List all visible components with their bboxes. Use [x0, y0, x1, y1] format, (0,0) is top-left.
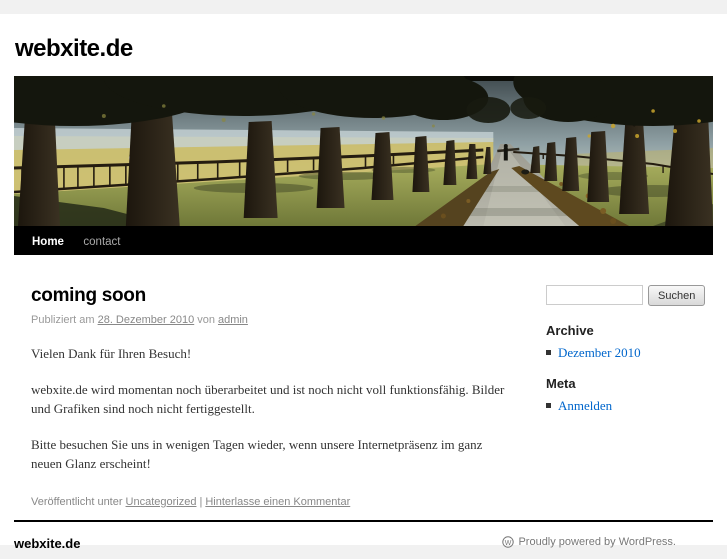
meta-list: Anmelden — [546, 398, 713, 414]
search-input[interactable] — [546, 285, 643, 305]
nav-item-home[interactable]: Home — [32, 228, 64, 257]
entry-footer-meta: Veröffentlicht unter Uncategorized | Hinter… — [31, 496, 505, 508]
paragraph: Vielen Dank für Ihren Besuch! — [31, 346, 192, 361]
login-link[interactable]: Anmelden — [558, 398, 612, 413]
post-author-link[interactable]: admin — [218, 314, 248, 326]
site-footer: webxite.de W Proudly powered by WordPres… — [0, 520, 727, 551]
archive-link[interactable]: Dezember 2010 — [558, 345, 641, 360]
main-nav: Home contact — [14, 226, 713, 255]
list-item: Dezember 2010 — [546, 345, 713, 361]
archive-list: Dezember 2010 — [546, 345, 713, 361]
meta-separator: | — [199, 496, 203, 508]
category-link[interactable]: Uncategorized — [126, 496, 197, 508]
post: coming soon Publiziert am 28. Dezember 20… — [14, 285, 505, 508]
list-item: Anmelden — [546, 398, 713, 414]
footer-site-title[interactable]: webxite.de — [14, 536, 80, 551]
svg-text:W: W — [505, 540, 512, 547]
avenue-photo — [14, 76, 713, 226]
widget-title-meta: Meta — [546, 376, 576, 391]
paragraph: webxite.de wird momentan noch überarbeit… — [31, 382, 505, 416]
site-title[interactable]: webxite.de — [0, 14, 727, 61]
leave-comment-link[interactable]: Hinterlasse einen Kommentar — [205, 496, 350, 508]
post-title[interactable]: coming soon — [31, 285, 505, 307]
content-area: coming soon Publiziert am 28. Dezember 20… — [0, 255, 727, 508]
post-body: Vielen Dank für Ihren Besuch! webxite.de… — [31, 344, 505, 473]
search-widget: Suchen — [546, 285, 713, 306]
widget-title-archive: Archive — [546, 323, 594, 338]
sidebar: Suchen Archive Dezember 2010 Meta Anmeld… — [546, 285, 713, 508]
post-meta: Publiziert am 28. Dezember 2010 von admin — [31, 314, 505, 326]
page: webxite.de Home contact coming soon Publ… — [0, 14, 727, 551]
meta-connector: von — [197, 314, 215, 326]
paragraph: Bitte besuchen Sie uns in wenigen Tagen … — [31, 437, 483, 471]
category-prefix: Veröffentlicht unter — [31, 496, 123, 508]
wordpress-icon: W — [502, 536, 515, 548]
meta-prefix: Publiziert am — [31, 314, 95, 326]
post-date-link[interactable]: 28. Dezember 2010 — [98, 314, 195, 326]
header-image — [14, 76, 713, 226]
search-button[interactable]: Suchen — [648, 285, 706, 306]
wordpress-credit-link[interactable]: W Proudly powered by WordPress. — [502, 536, 676, 548]
credit-text: Proudly powered by WordPress. — [518, 536, 676, 548]
nav-item-contact[interactable]: contact — [83, 228, 120, 257]
